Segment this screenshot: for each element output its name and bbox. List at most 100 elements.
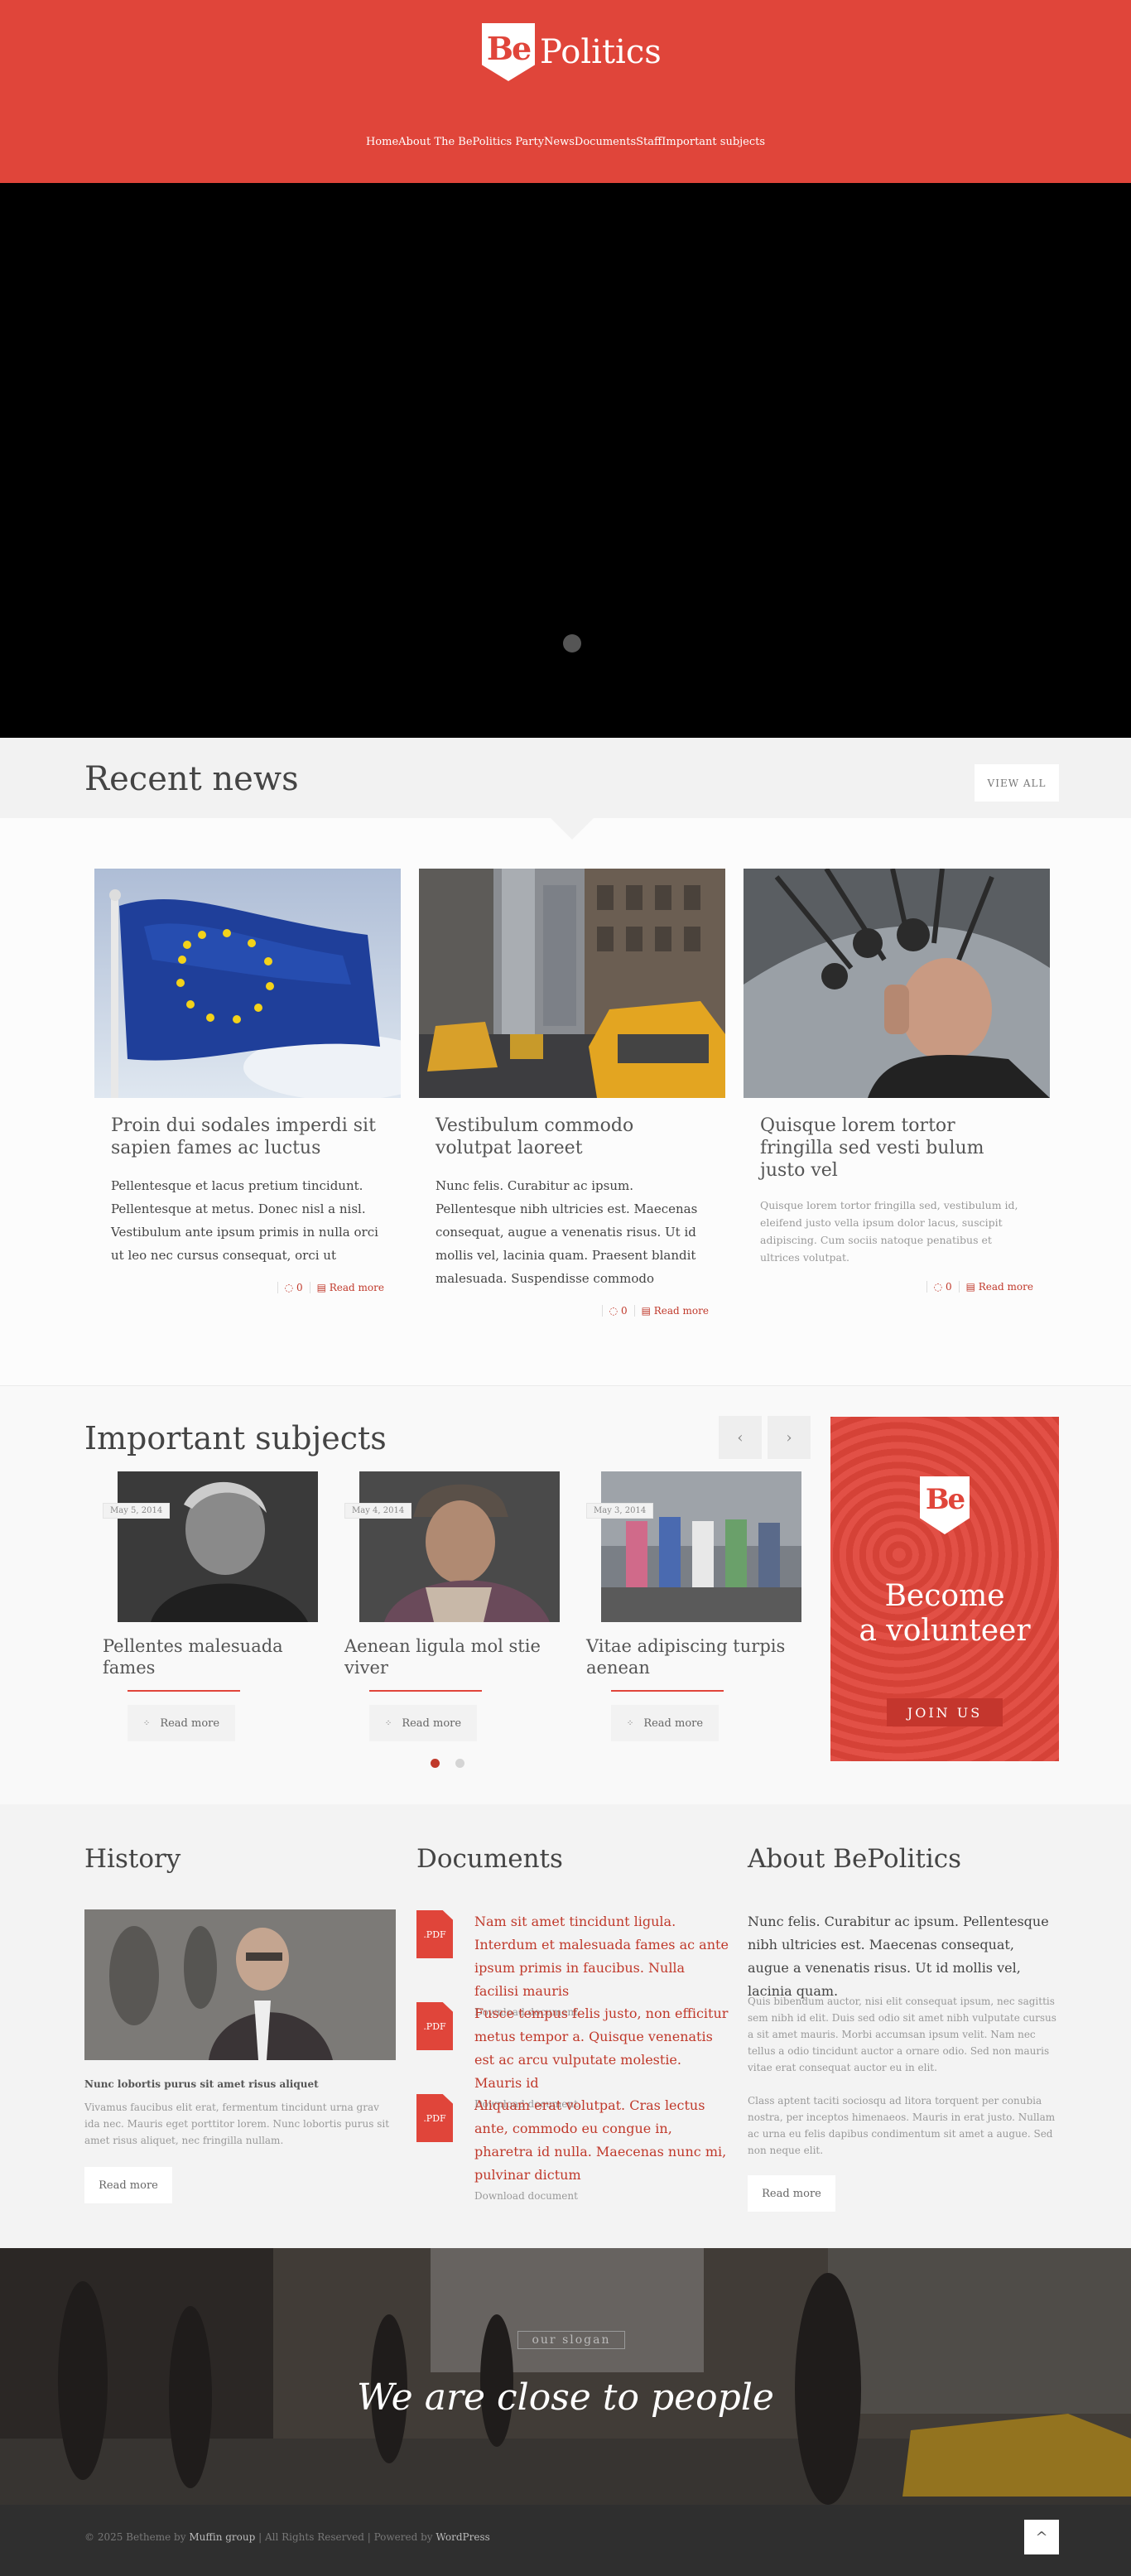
about-paragraph: Quis bibendum auctor, nisi elit consequa… [748,1996,1056,2073]
post-image[interactable] [419,869,725,1098]
post-meta: ◌ 0 ▤ Read more [419,1305,709,1317]
section-divider [0,1385,1131,1386]
history-image[interactable] [84,1909,396,2060]
subject-title[interactable]: Vitae adipiscing turpis aenean [586,1635,792,1678]
history-title: History [84,1844,181,1874]
copyright-middle: | All Rights Reserved | Powered by [255,2531,436,2543]
post-meta: ◌ 0 ▤ Read more [94,1282,384,1293]
logo-shield-icon: Be [482,23,535,81]
read-more-label: Read more [402,1717,462,1730]
document-title[interactable]: Nam sit amet tincidunt ligula. Interdum … [474,1910,731,2003]
carousel-dot-active[interactable] [431,1759,440,1768]
news-post: Quisque lorem tortor fringilla sed vesti… [744,869,1050,1293]
section-title: Important subjects [84,1420,387,1457]
carousel-dot[interactable] [455,1759,464,1768]
subject-image[interactable] [359,1471,560,1622]
view-all-button[interactable]: VIEW ALL [975,764,1059,802]
volunteer-heading-line2: a volunteer [859,1614,1031,1648]
subject-image[interactable] [118,1471,318,1622]
post-title[interactable]: Vestibulum commodo volutpat laoreet [436,1115,709,1159]
subject-title[interactable]: Pellentes malesuada fames [103,1635,308,1678]
nav-item-news[interactable]: News [544,136,575,148]
loading-spinner-icon [563,634,581,652]
grid-icon: ⁘ [626,1718,634,1728]
comments-icon[interactable]: ◌ 0 [277,1282,303,1293]
post-excerpt: Pellentesque et lacus pretium tincidunt.… [111,1178,378,1263]
volunteer-heading-line1: Become [884,1579,1005,1613]
history-caption: Nunc lobortis purus sit amet risus aliqu… [84,2078,319,2090]
slogan-text: We are close to people [357,2376,774,2419]
logo-mark: Be [486,30,532,67]
post-excerpt: Quisque lorem tortor fringilla sed, vest… [760,1199,1018,1264]
copyright: © 2025 Betheme by Muffin group | All Rig… [84,2531,490,2543]
pdf-icon: .PDF [416,2002,453,2050]
post-excerpt: Nunc felis. Curabitur ac ipsum. Pellente… [436,1178,698,1286]
subject-item: May 5, 2014 Pellentes malesuada fames ⁘ R… [93,1471,318,1741]
grid-icon: ⁘ [384,1718,392,1728]
pdf-icon: .PDF [416,1910,453,1958]
download-link[interactable]: Download document [474,2190,731,2202]
post-image[interactable] [94,869,401,1098]
documents-title: Documents [416,1844,563,1874]
site-header: Be Politics HomeAbout The BePolitics Par… [0,0,1131,183]
date-badge: May 5, 2014 [103,1503,171,1519]
grid-icon: ⁘ [142,1718,151,1728]
read-more-label: Read more [643,1717,704,1730]
news-post: Proin dui sodales imperdi sit sapien fam… [94,869,401,1293]
read-more-button[interactable]: ⁘ Read more [611,1705,719,1741]
back-to-top-icon[interactable]: ^ [1024,2520,1059,2554]
about-paragraph: Class aptent taciti sociosqu ad litora t… [748,2095,1056,2156]
nav-item-important-subjects[interactable]: Important subjects [662,136,765,148]
history-read-more-button[interactable]: Read more [84,2167,172,2203]
comments-icon[interactable]: ◌ 0 [601,1305,628,1317]
logo-text: Politics [540,33,662,71]
post-meta: ◌ 0 ▤ Read more [744,1281,1033,1293]
nav-item-documents[interactable]: Documents [575,136,636,148]
subject-item: May 4, 2014 Aenean ligula mol stie viver… [334,1471,560,1741]
carousel-prev-icon[interactable]: ‹ [719,1416,762,1459]
about-read-more-button[interactable]: Read more [748,2175,835,2212]
volunteer-banner[interactable]: Be Become a volunteer JOIN US [830,1417,1059,1761]
hero-slider[interactable] [0,183,1131,738]
read-more-link[interactable]: ▤ Read more [958,1281,1033,1293]
subject-title[interactable]: Aenean ligula mol stie viver [344,1635,550,1678]
section-title: Recent news [84,760,299,798]
wordpress-link[interactable]: WordPress [436,2531,489,2543]
document-title[interactable]: Fusce tempus felis justo, non efficitur … [474,2002,731,2095]
read-more-button[interactable]: ⁘ Read more [128,1705,235,1741]
author-link[interactable]: Muffin group [189,2531,255,2543]
history-text: Vivamus faucibus elit erat, fermentum ti… [84,2102,390,2146]
date-badge: May 4, 2014 [344,1503,412,1519]
nav-item-about[interactable]: About The BePolitics Party [398,136,544,148]
document-title[interactable]: Aliquam erat volutpat. Cras lectus ante,… [474,2094,731,2187]
document-item: .PDF Aliquam erat volutpat. Cras lectus … [416,2094,731,2202]
about-lead: Nunc felis. Curabitur ac ipsum. Pellente… [748,1914,1049,1999]
read-more-label: Read more [160,1717,220,1730]
title-underline [128,1690,240,1692]
copyright-prefix: © 2025 Betheme by [84,2531,190,2543]
date-badge: May 3, 2014 [586,1503,654,1519]
slogan-tag: our slogan [517,2331,625,2349]
post-title[interactable]: Proin dui sodales imperdi sit sapien fam… [111,1115,384,1159]
read-more-link[interactable]: ▤ Read more [309,1282,384,1293]
post-title[interactable]: Quisque lorem tortor fringilla sed vesti… [760,1115,1033,1182]
read-more-link[interactable]: ▤ Read more [633,1305,709,1317]
pdf-icon: .PDF [416,2094,453,2142]
read-more-button[interactable]: ⁘ Read more [369,1705,477,1741]
main-nav: HomeAbout The BePolitics PartyNewsDocume… [0,136,1131,148]
comments-icon[interactable]: ◌ 0 [926,1281,952,1293]
carousel-next-icon[interactable]: › [768,1416,811,1459]
subject-item: May 3, 2014 Vitae adipiscing turpis aene… [576,1471,801,1741]
title-underline [369,1690,482,1692]
site-logo[interactable]: Be Politics [482,23,664,81]
nav-item-staff[interactable]: Staff [636,136,662,148]
logo-mark: Be [925,1483,965,1516]
nav-item-home[interactable]: Home [366,136,398,148]
news-post: Vestibulum commodo volutpat laoreet Nunc… [419,869,725,1317]
post-image[interactable] [744,869,1050,1098]
about-title: About BePolitics [748,1844,962,1874]
join-us-button[interactable]: JOIN US [887,1698,1003,1726]
subject-image[interactable] [601,1471,801,1622]
title-underline [611,1690,724,1692]
section-arrow-icon [551,818,594,840]
